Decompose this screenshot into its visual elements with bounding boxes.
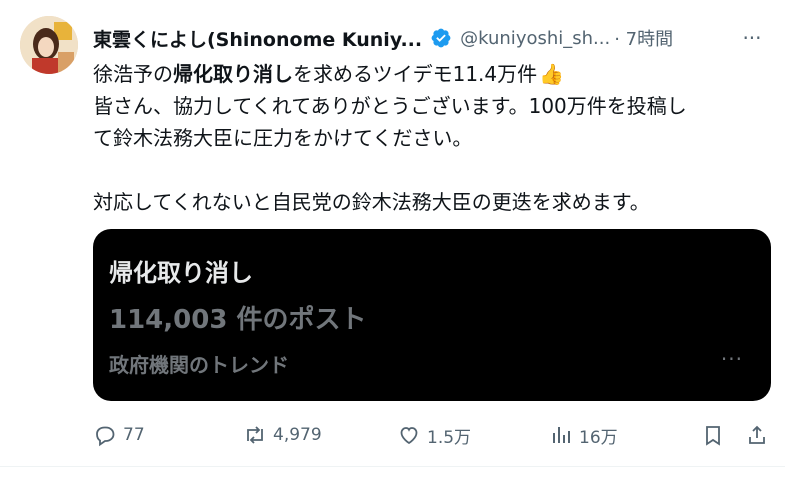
- text-line-3: て鈴木法務大臣に圧力をかけてください。: [93, 126, 473, 150]
- trend-card[interactable]: 帰化取り消し 114,003 件のポスト 政府機関のトレンド ···: [93, 229, 771, 401]
- trend-title: 帰化取り消し: [109, 259, 253, 287]
- share-button[interactable]: [745, 420, 775, 450]
- reply-button[interactable]: 77: [93, 420, 145, 450]
- tweet-text: 徐浩予の帰化取り消しを求めるツイデモ11.4万件 👍 皆さん、協力してくれてありが…: [93, 58, 765, 218]
- like-icon: [400, 427, 418, 445]
- retweet-count: 4,979: [273, 425, 322, 445]
- verified-badge-icon: [431, 28, 451, 48]
- trend-post-count: 114,003 件のポスト: [109, 305, 367, 335]
- like-count: 1.5万: [427, 427, 472, 448]
- avatar[interactable]: [20, 16, 78, 74]
- more-icon[interactable]: ···: [737, 24, 767, 52]
- like-button[interactable]: 1.5万: [397, 420, 471, 450]
- retweet-button[interactable]: 4,979: [243, 420, 322, 450]
- reply-icon: [96, 426, 115, 447]
- text-line-2: 皆さん、協力してくれてありがとうございます。100万件を投稿し: [93, 94, 687, 118]
- tweet-header: 東雲くによし(Shinonome Kuniy... @kuniyoshi_sh.…: [93, 24, 767, 52]
- divider: [0, 466, 785, 467]
- timestamp[interactable]: · 7時間: [614, 25, 673, 51]
- author-name[interactable]: 東雲くによし(Shinonome Kuniy...: [93, 25, 422, 52]
- trend-more-icon[interactable]: ···: [721, 347, 743, 371]
- text-line-1: 徐浩予の帰化取り消しを求めるツイデモ11.4万件 👍: [93, 58, 765, 90]
- hashtag-text[interactable]: 帰化取り消し: [173, 62, 293, 86]
- action-bar: 77 4,979 1.5万 16万: [93, 420, 773, 450]
- author-handle[interactable]: @kuniyoshi_sh...: [460, 28, 610, 49]
- bookmark-icon: [706, 426, 720, 446]
- tweet[interactable]: 東雲くによし(Shinonome Kuniy... @kuniyoshi_sh.…: [0, 0, 785, 478]
- thumbs-up-emoji: 👍: [539, 62, 565, 86]
- views-icon: [553, 427, 570, 443]
- share-icon: [749, 425, 765, 444]
- views-button[interactable]: 16万: [549, 420, 618, 450]
- views-count: 16万: [579, 427, 618, 448]
- retweet-icon: [247, 426, 263, 444]
- bookmark-button[interactable]: [701, 420, 731, 450]
- text-line-4: 対応してくれないと自民党の鈴木法務大臣の更迭を求めます。: [93, 190, 650, 214]
- reply-count: 77: [123, 425, 145, 445]
- trend-category: 政府機関のトレンド: [109, 353, 289, 377]
